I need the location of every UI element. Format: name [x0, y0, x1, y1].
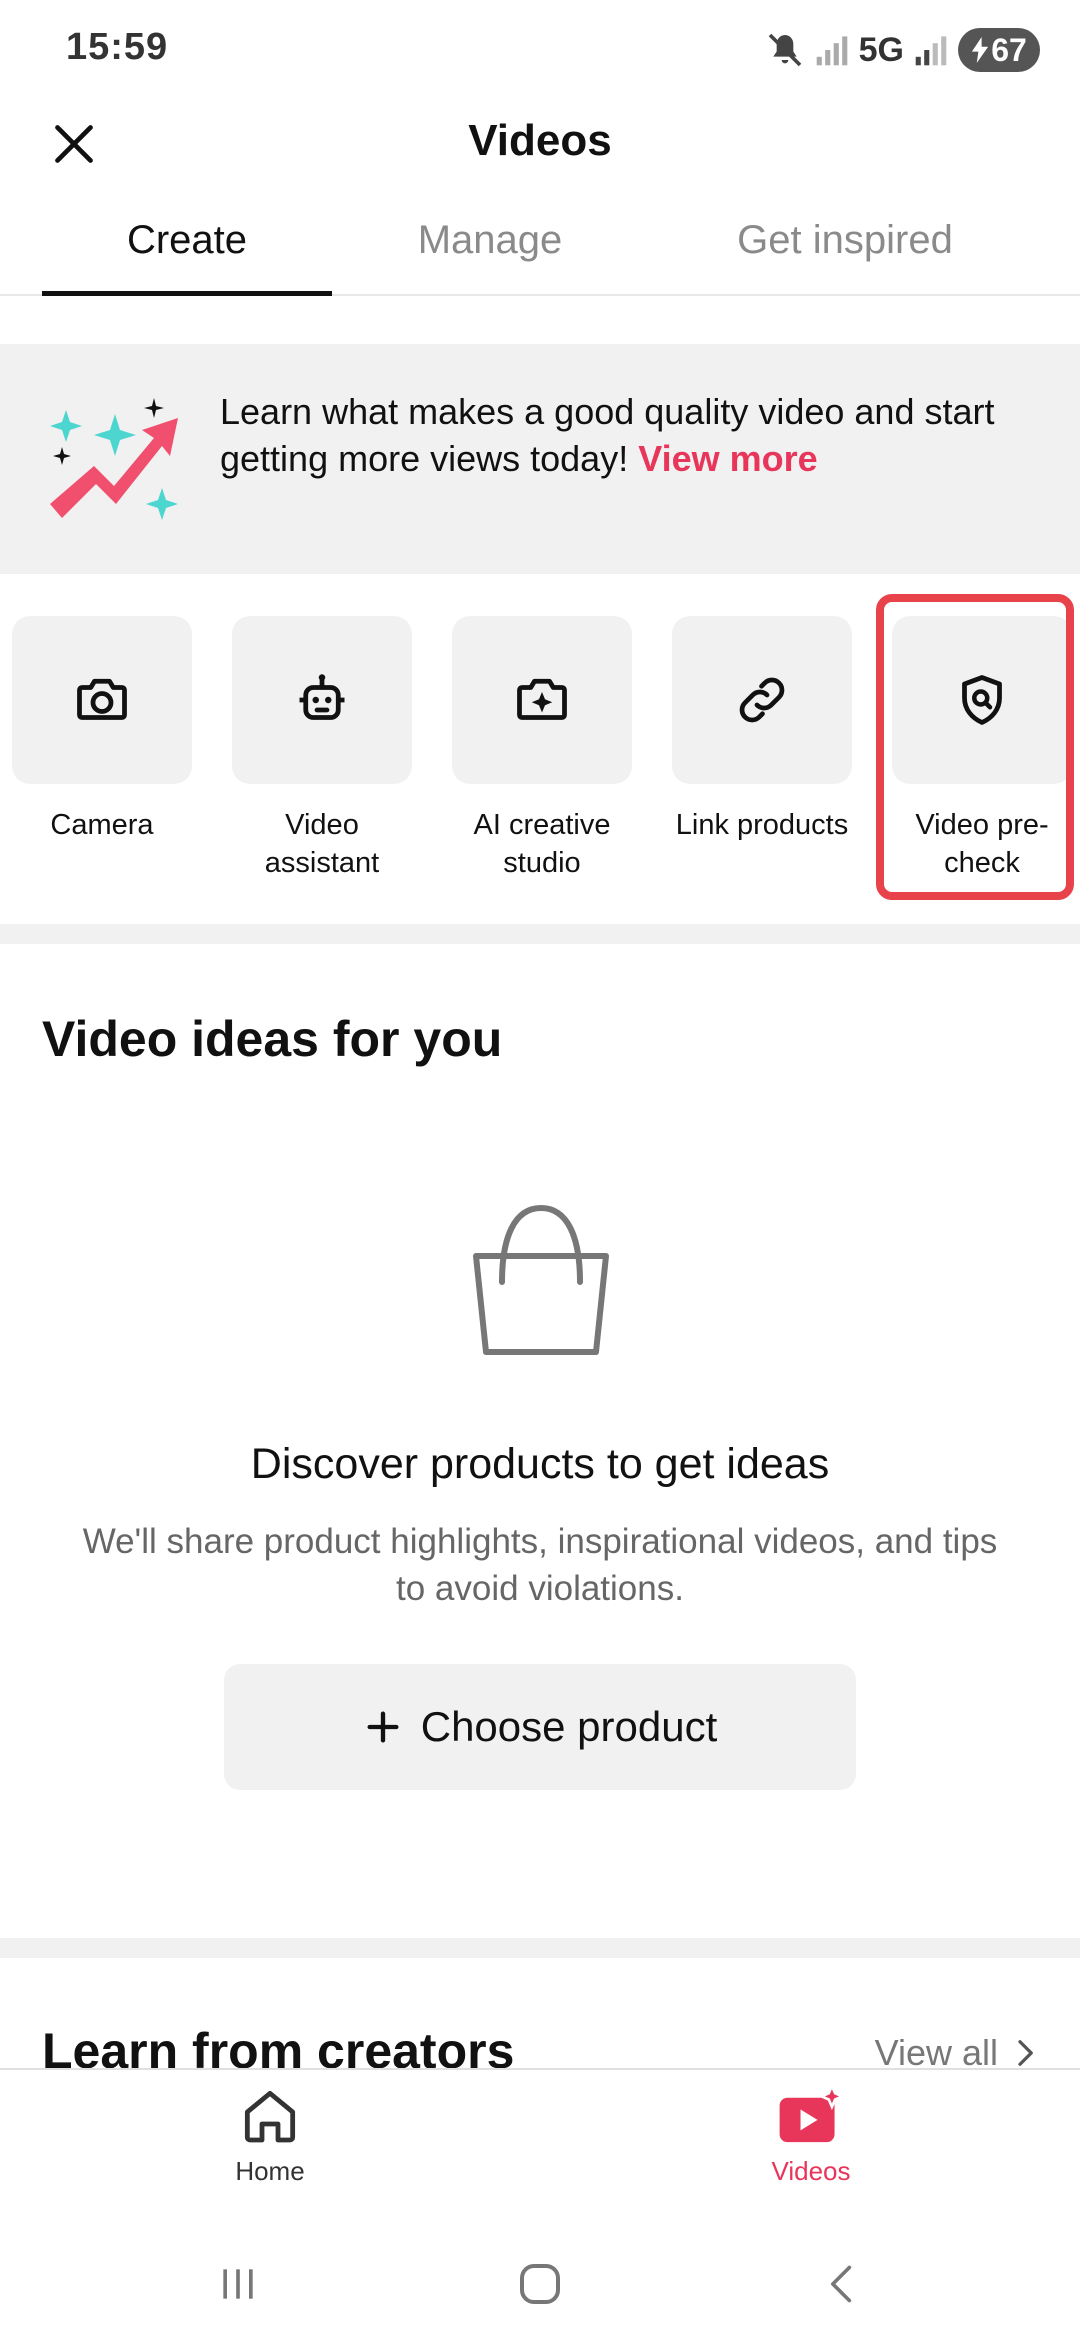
recent-apps-icon: [223, 2269, 253, 2299]
section-divider: [0, 1938, 1080, 1958]
videos-icon: [779, 2084, 845, 2143]
camera-icon: [77, 678, 127, 720]
tool-label: Link products: [675, 809, 849, 841]
tool-video-assistant[interactable]: Video assistant: [232, 616, 412, 882]
tool-label: Video assistant: [264, 809, 380, 879]
banner-text: Learn what makes a good quality video an…: [220, 391, 995, 479]
status-icons: 5G 67: [765, 24, 1040, 76]
highlight-box: [876, 594, 1074, 900]
tool-camera[interactable]: Camera: [12, 616, 192, 844]
signal-icon-2: [915, 36, 947, 66]
creation-tools: Camera Video assistant AI creative studi…: [0, 574, 1080, 924]
nav-home[interactable]: Home: [170, 2084, 370, 2187]
network-label: 5G: [858, 30, 904, 69]
active-tab-indicator: [42, 291, 332, 296]
chevron-right-icon: [1018, 2040, 1033, 2066]
battery-indicator: 67: [958, 28, 1040, 72]
section-divider: [0, 924, 1080, 944]
status-time: 15:59: [66, 26, 169, 68]
charging-icon: [972, 37, 989, 63]
header: Videos: [0, 100, 1080, 186]
signal-icon: [816, 36, 847, 66]
tab-manage[interactable]: Manage: [370, 218, 610, 263]
sparkle-icon: [517, 678, 567, 720]
bottom-navigation: Home Videos: [0, 2068, 1080, 2220]
mute-icon: [768, 33, 801, 67]
nav-home-label: Home: [235, 2156, 305, 2186]
back-button[interactable]: [812, 2254, 872, 2314]
tool-video-assistant-button[interactable]: [232, 616, 412, 784]
robot-icon: [299, 674, 345, 720]
tool-label: AI creative studio: [473, 809, 611, 879]
link-icon: [739, 677, 785, 723]
plus-icon: [367, 1711, 399, 1743]
tool-link-products[interactable]: Link products: [672, 616, 852, 844]
battery-level: 67: [991, 31, 1027, 68]
status-bar: 15:59 5G 67: [0, 0, 1080, 100]
tab-get-inspired[interactable]: Get inspired: [700, 218, 990, 263]
home-system-button[interactable]: [510, 2254, 570, 2314]
tool-ai-creative-studio-button[interactable]: [452, 616, 632, 784]
home-icon: [244, 2090, 296, 2143]
system-navigation: [0, 2220, 1080, 2340]
home-circle-icon: [520, 2264, 560, 2304]
back-icon: [831, 2265, 852, 2303]
empty-state-title: Discover products to get ideas: [250, 1440, 830, 1488]
tool-label: Camera: [50, 809, 154, 841]
page-title: Videos: [468, 116, 612, 165]
growth-arrow-icon: [50, 398, 178, 520]
tab-bar: Create Manage Get inspired: [0, 198, 1080, 296]
video-ideas-title: Video ideas for you: [42, 1011, 503, 1067]
empty-state-subtitle: We'll share product highlights, inspirat…: [82, 1522, 998, 1608]
tool-link-products-button[interactable]: [672, 616, 852, 784]
choose-product-button[interactable]: Choose product: [224, 1664, 856, 1790]
nav-videos-label: Videos: [771, 2156, 851, 2186]
nav-videos[interactable]: Videos: [711, 2084, 911, 2187]
tab-create[interactable]: Create: [42, 218, 332, 263]
tips-banner[interactable]: Learn what makes a good quality video an…: [0, 344, 1080, 574]
view-more-link[interactable]: View more: [638, 438, 817, 479]
recent-apps-button[interactable]: [208, 2254, 268, 2314]
banner-message: Learn what makes a good quality video an…: [220, 388, 1040, 482]
tool-ai-creative-studio[interactable]: AI creative studio: [452, 616, 632, 882]
shopping-bag-icon: [473, 1204, 609, 1355]
choose-product-label: Choose product: [420, 1703, 718, 1750]
tool-camera-button[interactable]: [12, 616, 192, 784]
